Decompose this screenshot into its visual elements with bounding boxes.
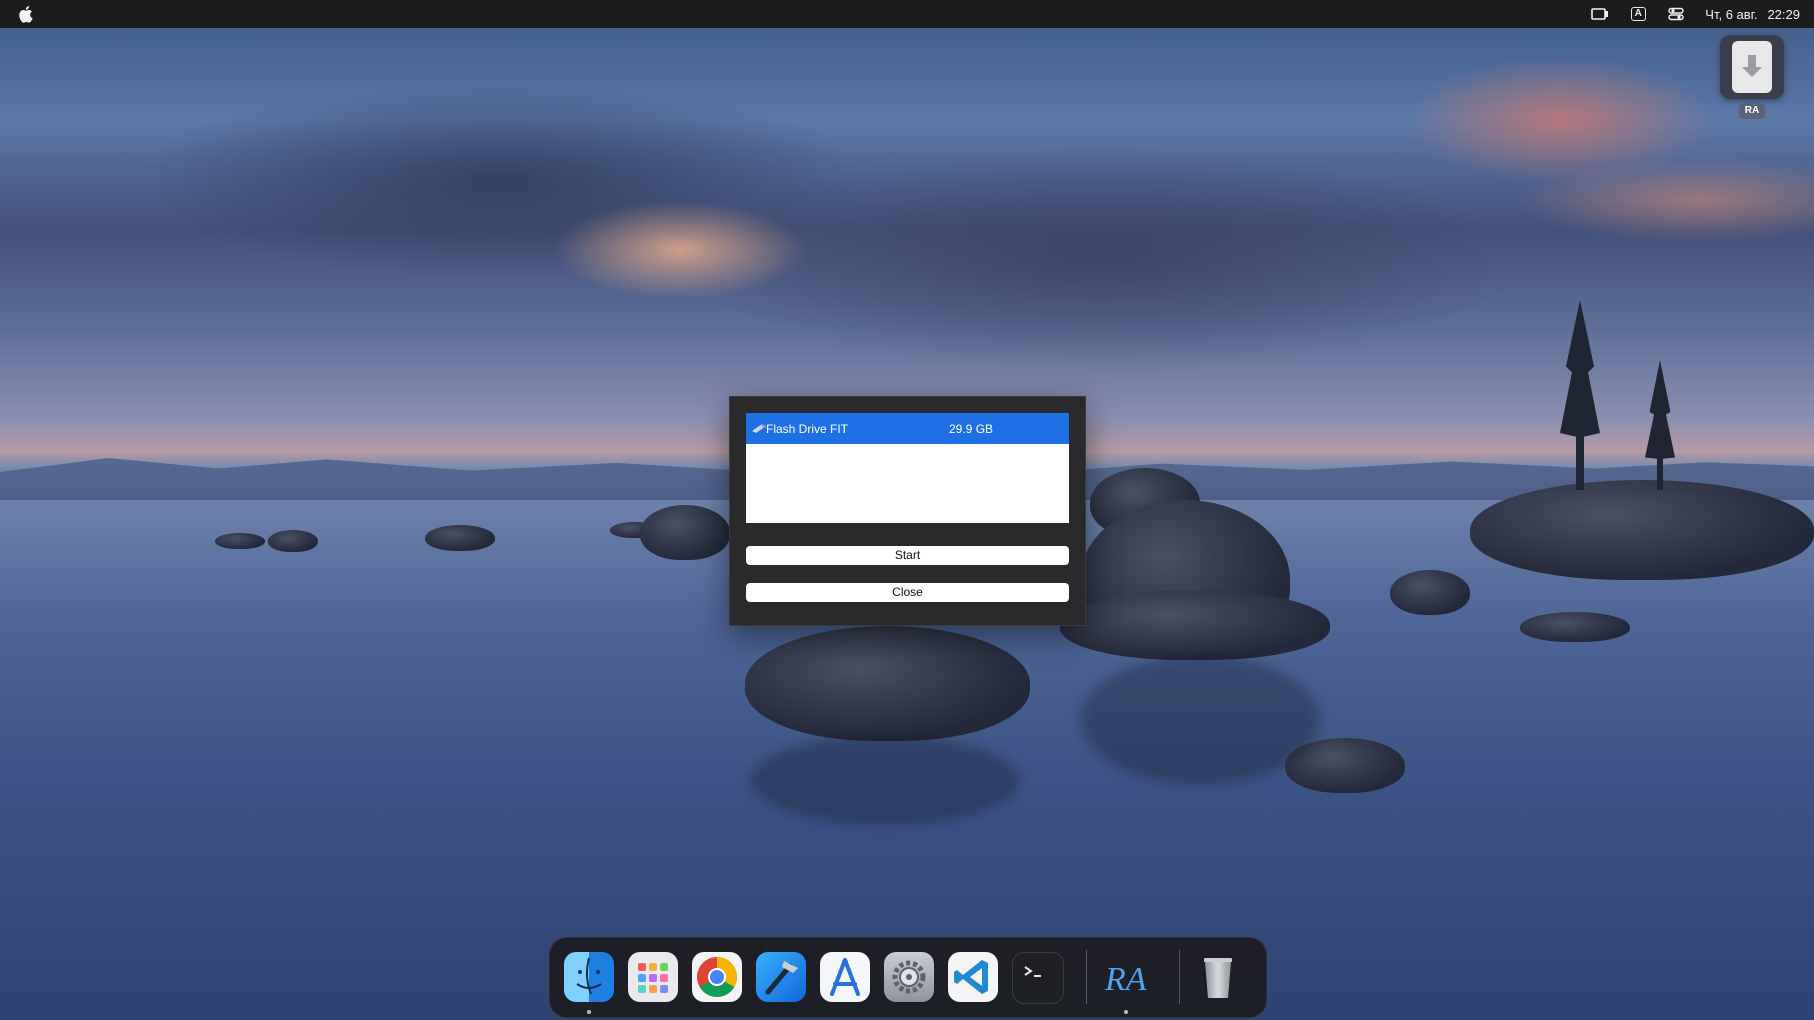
- menu-bar: A Чт, 6 авг. 22:29: [0, 0, 1814, 28]
- terminal-icon[interactable]: [1012, 952, 1064, 1004]
- device-list[interactable]: Flash Drive FIT 29.9 GB: [746, 413, 1069, 523]
- desktop-item-ra[interactable]: [1720, 35, 1784, 99]
- download-icon: [1732, 41, 1772, 93]
- chrome-icon[interactable]: [692, 952, 742, 1002]
- flash-dialog: Flash Drive FIT 29.9 GB Start Close: [729, 396, 1086, 626]
- menu-bar-time: 22:29: [1767, 6, 1800, 22]
- wallpaper-rock: [1060, 590, 1330, 660]
- system-preferences-icon[interactable]: [884, 952, 934, 1002]
- dock: RA: [549, 937, 1267, 1018]
- display-icon[interactable]: [1591, 7, 1609, 21]
- wallpaper-rock: [1470, 480, 1814, 580]
- wallpaper-rock: [1520, 612, 1630, 642]
- finder-icon[interactable]: [564, 952, 614, 1002]
- wallpaper-reflection: [750, 735, 1020, 825]
- wallpaper-rock: [640, 505, 730, 560]
- running-indicator: [587, 1010, 591, 1014]
- apple-icon[interactable]: [17, 5, 33, 23]
- dock-separator: [1086, 950, 1087, 1004]
- keyboard-layout-label: A: [1630, 7, 1646, 21]
- xcode-icon[interactable]: [756, 952, 806, 1002]
- start-button[interactable]: Start: [746, 546, 1069, 565]
- menu-bar-clock[interactable]: Чт, 6 авг. 22:29: [1705, 7, 1800, 22]
- wallpaper-rock: [425, 525, 495, 551]
- ra-app-icon[interactable]: RA: [1101, 952, 1151, 1002]
- device-size: 29.9 GB: [949, 421, 994, 436]
- desktop-item-label: RA: [1739, 103, 1765, 119]
- dock-separator: [1179, 950, 1180, 1004]
- vscode-icon[interactable]: [948, 952, 998, 1002]
- wallpaper-reflection: [1080, 655, 1320, 785]
- device-name: Flash Drive FIT: [766, 421, 849, 436]
- usb-drive-icon: [751, 422, 767, 434]
- menu-bar-date: Чт, 6 авг.: [1705, 6, 1758, 22]
- running-indicator: [1124, 1010, 1128, 1014]
- svg-text:RA: RA: [1104, 961, 1147, 998]
- device-row-selected[interactable]: Flash Drive FIT 29.9 GB: [746, 413, 1069, 444]
- menu-bar-status-area: A Чт, 6 авг. 22:29: [1591, 0, 1800, 28]
- instruments-icon[interactable]: [820, 952, 870, 1002]
- wallpaper-rock: [268, 530, 318, 552]
- keyboard-layout-icon[interactable]: A: [1629, 7, 1647, 21]
- launchpad-icon[interactable]: [628, 952, 678, 1002]
- wallpaper-rock: [745, 626, 1030, 741]
- close-button[interactable]: Close: [746, 583, 1069, 602]
- trash-icon[interactable]: [1193, 952, 1243, 1002]
- wallpaper-rock: [215, 533, 265, 549]
- wallpaper-rock: [1390, 570, 1470, 615]
- control-center-icon[interactable]: [1667, 7, 1685, 21]
